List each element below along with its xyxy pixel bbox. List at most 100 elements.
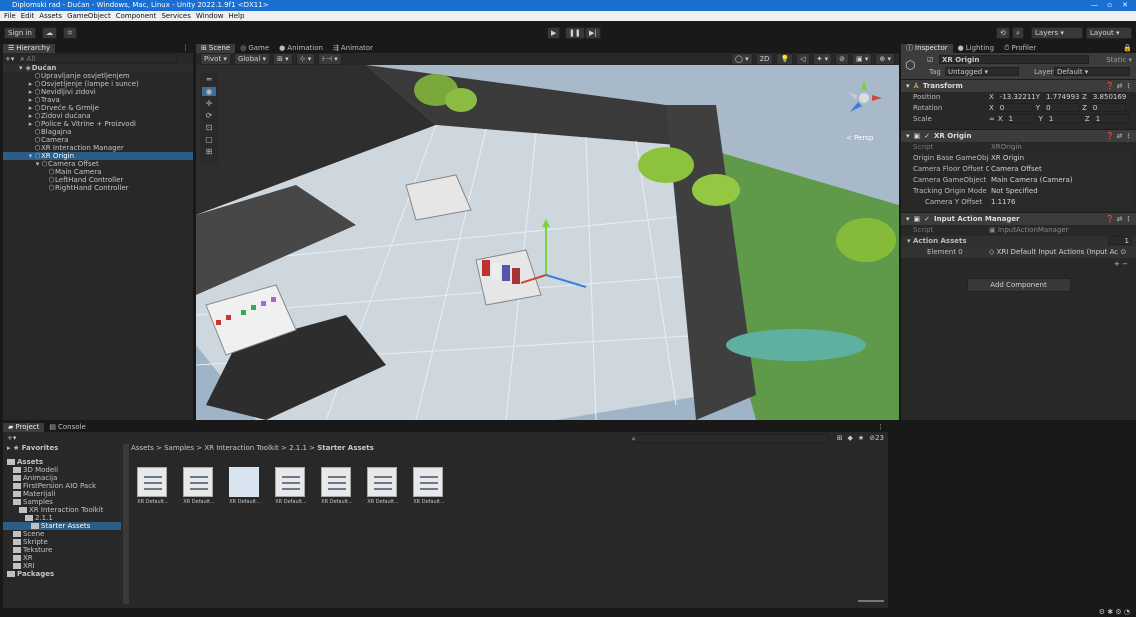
asset-tile[interactable]: XR Default... — [137, 467, 169, 517]
active-checkbox[interactable]: ☑ — [927, 56, 933, 64]
asset-tile[interactable]: XR Default... — [321, 467, 353, 517]
action-assets-count[interactable]: 1 — [1108, 236, 1132, 245]
hierarchy-item[interactable]: ▸ ⬡Police & Vitrine + Proizvodi — [3, 120, 193, 128]
tab-lighting[interactable]: ● Lighting — [953, 44, 999, 53]
toggle-2d-button[interactable]: 2D — [755, 53, 774, 65]
scene-orientation-gizmo[interactable] — [844, 78, 884, 118]
breadcrumb-xri[interactable]: XR Interaction Toolkit — [204, 444, 278, 452]
asset-tile[interactable]: XR Default... — [367, 467, 399, 517]
snap-settings-button[interactable]: ⊦⊣ ▾ — [318, 53, 342, 65]
hierarchy-item[interactable]: ⬡XR Interaction Manager — [3, 144, 193, 152]
tag-dropdown[interactable]: Untagged ▾ — [945, 67, 1019, 76]
foldout-icon[interactable]: ▸ — [27, 120, 34, 128]
hierarchy-search-input[interactable]: ⌕ All — [17, 54, 178, 63]
link-icon[interactable]: ∞ — [989, 114, 995, 125]
step-button[interactable]: ▶| — [585, 27, 601, 39]
menu-component[interactable]: Component — [116, 11, 157, 21]
hierarchy-item[interactable]: ⬡Upravljanje osvjetljenjem — [3, 72, 193, 80]
filter-by-label-icon[interactable]: ◆ — [848, 434, 853, 442]
project-folder-item[interactable]: Scene — [3, 530, 121, 538]
tree-scrollbar[interactable] — [123, 444, 129, 604]
create-asset-button[interactable]: +▾ — [7, 434, 16, 442]
hierarchy-item[interactable]: ▸ ⬡Osvjetljenje (lampe i sunce) — [3, 80, 193, 88]
asset-tile[interactable]: XR Default... — [229, 467, 261, 517]
breadcrumb-starter-assets[interactable]: Starter Assets — [317, 444, 374, 452]
close-icon[interactable]: ✕ — [1122, 0, 1128, 11]
scene-row[interactable]: ▾ ◈Dućan — [3, 64, 193, 72]
snap-increment-button[interactable]: ⊹ ▾ — [295, 53, 316, 65]
project-folder-item[interactable]: Starter Assets — [3, 522, 121, 530]
component-menu-icon[interactable]: ❓ ⇄ ⋮ — [1106, 213, 1136, 226]
input-action-manager-header[interactable]: ▾ ▣ ✓ Input Action Manager ❓ ⇄ ⋮ — [901, 212, 1136, 225]
foldout-icon[interactable]: ▾ — [34, 160, 41, 168]
play-button[interactable]: ▶ — [547, 27, 561, 39]
panel-menu-icon[interactable]: ⋮ — [877, 423, 888, 432]
cloud-icon[interactable]: ☁ — [42, 27, 57, 39]
menu-help[interactable]: Help — [228, 11, 244, 21]
project-folder-item[interactable]: Skripte — [3, 538, 121, 546]
gizmos-dropdown[interactable]: ⊕ ▾ — [875, 53, 895, 65]
sign-in-button[interactable]: Sign in — [4, 27, 36, 39]
maximize-icon[interactable]: ▫ — [1107, 0, 1112, 11]
project-folder-item[interactable]: Materijali — [3, 490, 121, 498]
favorite-star-icon[interactable]: ★ — [858, 434, 864, 442]
foldout-icon[interactable]: ▸ — [27, 88, 34, 96]
xr-origin-field-value[interactable]: Not Specified — [989, 186, 1132, 197]
breadcrumb-samples[interactable]: Samples — [164, 444, 194, 452]
foldout-icon[interactable]: ▸ — [27, 104, 34, 112]
project-folder-item[interactable]: Samples — [3, 498, 121, 506]
lock-icon[interactable]: 🔒 — [1123, 44, 1136, 53]
project-folder-item[interactable]: XRI — [3, 562, 121, 570]
scale-tool-icon[interactable]: ⊡ — [206, 123, 213, 132]
project-folder-item[interactable]: 3D Modeli — [3, 466, 121, 474]
project-search-input[interactable]: ⌕ — [628, 433, 829, 443]
foldout-icon[interactable]: ▸ — [27, 112, 34, 120]
hand-tool-icon[interactable]: ═ — [207, 75, 212, 84]
effects-toggle-icon[interactable]: ✦ ▾ — [812, 53, 833, 65]
draw-mode-button[interactable]: ◯ ▾ — [731, 53, 753, 65]
history-icon[interactable]: ⟲ — [996, 27, 1010, 39]
position-x-field[interactable]: -13.32211 — [996, 92, 1036, 101]
layers-dropdown[interactable]: Layers ▾ — [1031, 27, 1083, 39]
foldout-icon[interactable]: ▾ — [27, 152, 34, 160]
pause-button[interactable]: ❚❚ — [565, 27, 585, 39]
add-component-button[interactable]: Add Component — [966, 278, 1071, 292]
perspective-label[interactable]: < Persp — [846, 134, 873, 142]
panel-menu-icon[interactable]: ⋮ — [182, 44, 193, 53]
global-dropdown[interactable]: Global ▾ — [233, 53, 271, 65]
grid-snap-button[interactable]: ⊞ ▾ — [273, 53, 293, 65]
debug-icon[interactable]: ✱ — [1107, 608, 1113, 616]
notification-icon[interactable]: ◔ — [1124, 608, 1130, 616]
menu-assets[interactable]: Assets — [39, 11, 62, 21]
tab-inspector[interactable]: ⓘ Inspector — [901, 44, 953, 53]
project-folder-item[interactable]: 2.1.1 — [3, 514, 121, 522]
favorites-row[interactable]: ▸ ★ Favorites — [3, 444, 121, 452]
hierarchy-item[interactable]: ⬡RightHand Controller — [3, 184, 193, 192]
search-icon[interactable]: ⌕ — [1012, 27, 1024, 39]
hierarchy-item[interactable]: ▾ ⬡Camera Offset — [3, 160, 193, 168]
enable-checkbox[interactable]: ✓ — [924, 130, 930, 143]
tab-profiler[interactable]: ⏱ Profiler — [999, 44, 1041, 53]
foldout-icon[interactable]: ▸ — [27, 96, 34, 104]
object-name-field[interactable]: XR Origin — [939, 55, 1089, 64]
foldout-icon[interactable]: ▸ — [27, 80, 34, 88]
audio-toggle-icon[interactable]: ◁ — [796, 53, 810, 65]
project-folder-item[interactable]: FirstPersion AIO Pack — [3, 482, 121, 490]
tab-console[interactable]: ▤ Console — [44, 423, 90, 432]
xr-origin-field-value[interactable]: Main Camera (Camera) — [989, 175, 1132, 186]
tab-scene[interactable]: ⊞ Scene — [196, 44, 236, 53]
rotation-y-field[interactable]: 0 — [1043, 103, 1080, 112]
scene-viewport[interactable] — [196, 65, 899, 420]
layer-dropdown[interactable]: Default ▾ — [1054, 67, 1130, 76]
hierarchy-item[interactable]: ⬡Main Camera — [3, 168, 193, 176]
rotation-z-field[interactable]: 0 — [1089, 103, 1126, 112]
rect-tool-icon[interactable]: ▢ — [205, 135, 213, 144]
position-y-field[interactable]: 1.774993 — [1043, 92, 1079, 101]
minimize-icon[interactable]: — — [1091, 0, 1098, 11]
hierarchy-item[interactable]: ▸ ⬡Nevidljivi zidovi — [3, 88, 193, 96]
menu-window[interactable]: Window — [196, 11, 224, 21]
hierarchy-item[interactable]: ⬡Camera — [3, 136, 193, 144]
project-folder-item[interactable]: Animacija — [3, 474, 121, 482]
progress-icon[interactable]: ⚙ — [1099, 608, 1105, 616]
menu-services[interactable]: Services — [161, 11, 191, 21]
